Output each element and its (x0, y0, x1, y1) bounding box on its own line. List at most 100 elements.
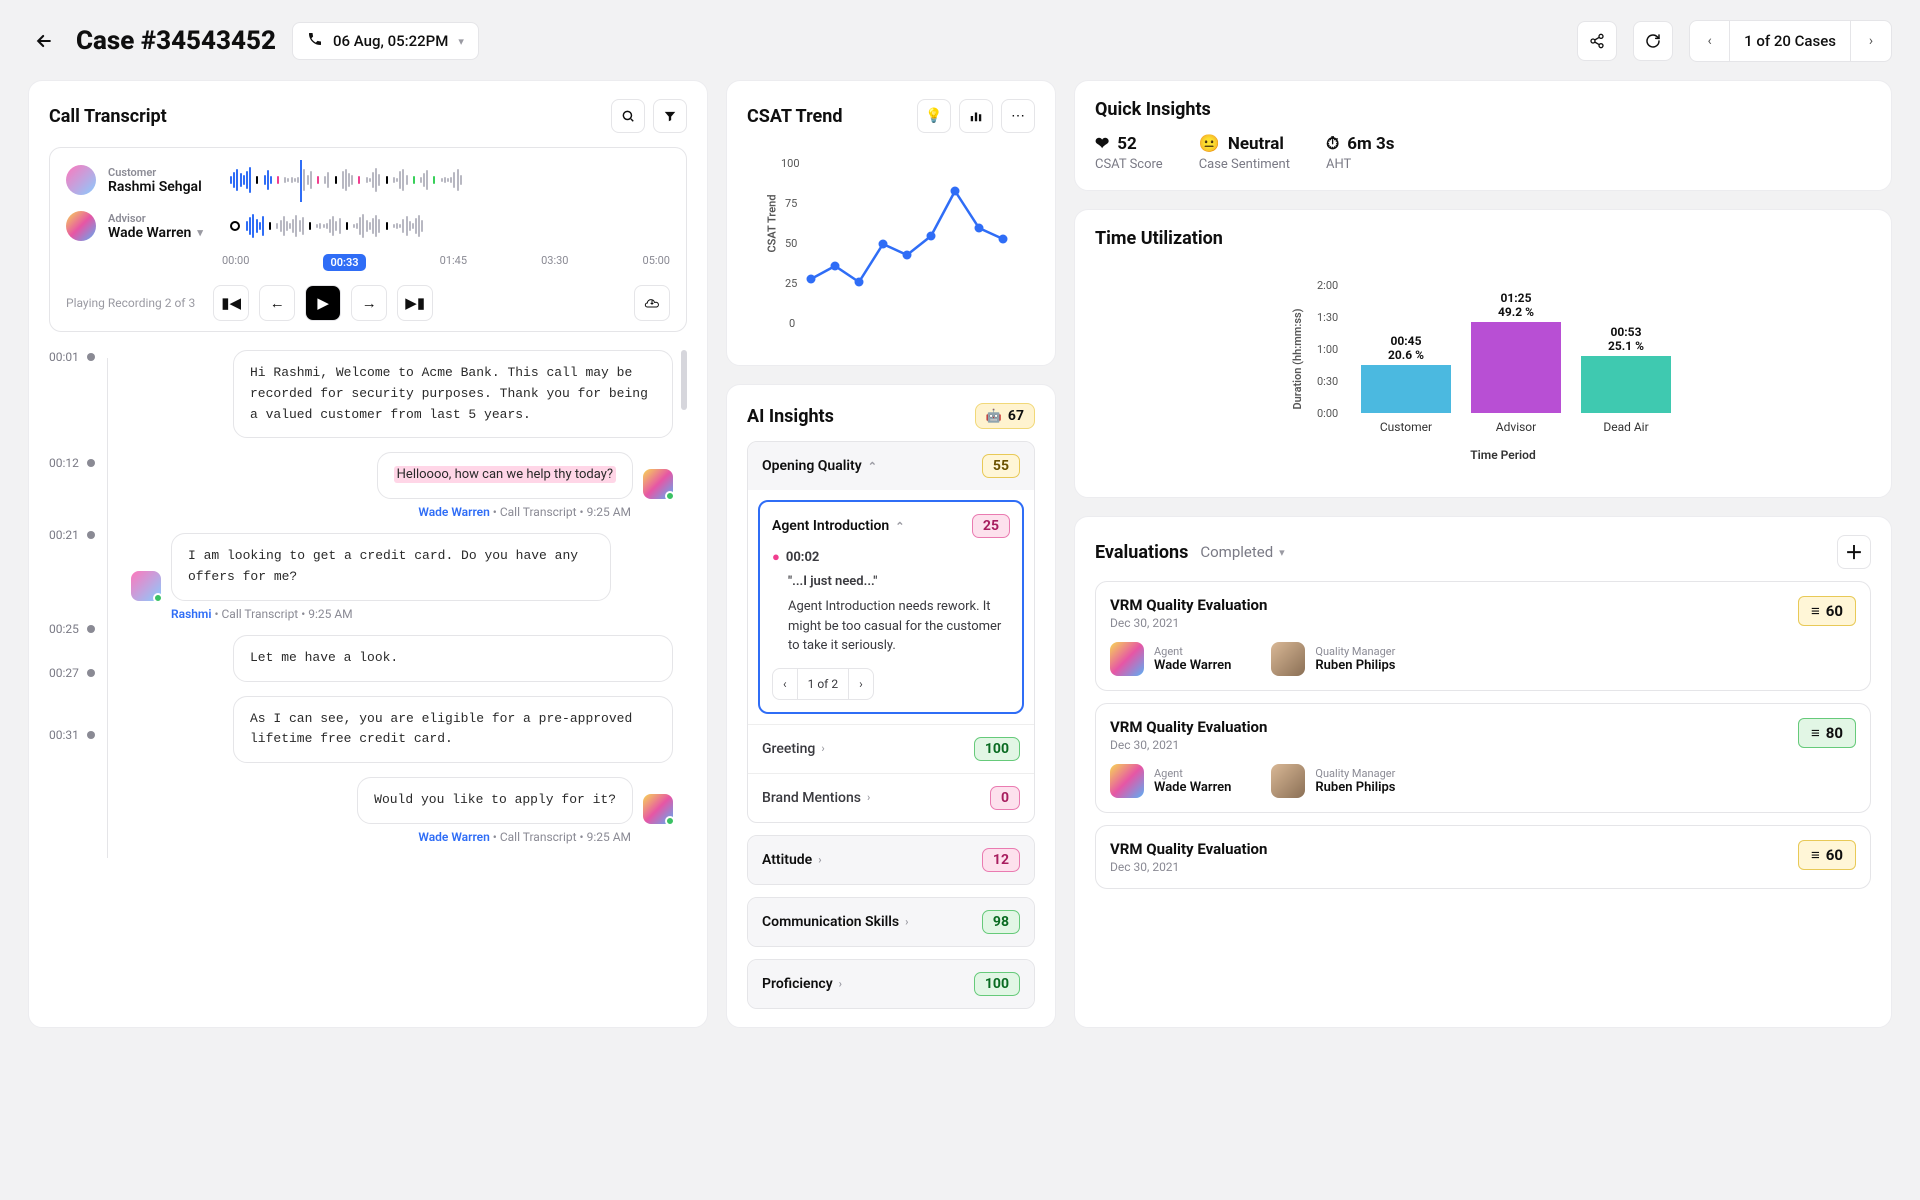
insight-proficiency[interactable]: Proficiency› 100 (748, 960, 1034, 1008)
sentiment-value: Neutral (1228, 134, 1284, 154)
transcript-messages: Hi Rashmi, Welcome to Acme Bank. This ca… (131, 350, 687, 858)
bulb-button[interactable]: 💡 (917, 99, 951, 133)
svg-text:Customer: Customer (1380, 420, 1432, 434)
advisor-avatar-small (643, 794, 673, 824)
svg-text:01:25: 01:25 (1501, 291, 1532, 305)
advisor-avatar-small (643, 469, 673, 499)
download-button[interactable] (634, 285, 670, 321)
message-bubble: Let me have a look. (233, 635, 673, 682)
case-pager: ‹ 1 of 20 Cases › (1689, 20, 1892, 62)
add-evaluation-button[interactable]: ＋ (1837, 535, 1871, 569)
evaluation-title: VRM Quality Evaluation (1110, 718, 1267, 736)
back-button[interactable] (28, 25, 60, 57)
advisor-avatar (66, 211, 96, 241)
list-icon: ≡ (1811, 602, 1820, 620)
evaluations-title: Evaluations (1095, 542, 1188, 563)
svg-text:1:00: 1:00 (1317, 343, 1338, 356)
agent-avatar (1110, 764, 1144, 798)
svg-text:00:53: 00:53 (1611, 325, 1642, 339)
skip-start-button[interactable]: ▮◀ (213, 285, 249, 321)
message-bubble: Helloooo, how can we help thy today? (377, 452, 633, 499)
time-utilization-card: Time Utilization 2:001:301:000:300:00 Du… (1074, 209, 1892, 498)
more-button[interactable]: ⋯ (1001, 99, 1035, 133)
insight-pager-label: 1 of 2 (798, 669, 849, 699)
insight-attitude[interactable]: Attitude› 12 (748, 836, 1034, 884)
chevron-up-icon: ⌃ (868, 460, 877, 473)
score-pill: 100 (974, 972, 1020, 996)
csat-score-value: 52 (1117, 134, 1137, 154)
transcript-timeline: 00:01 00:12 00:21 00:25 00:27 00:31 (49, 350, 113, 858)
insight-pager: ‹ 1 of 2 › (772, 668, 874, 700)
customer-avatar-small (131, 571, 161, 601)
evaluation-date: Dec 30, 2021 (1110, 860, 1267, 874)
quick-insights-title: Quick Insights (1095, 99, 1871, 120)
evaluations-filter[interactable]: Completed▾ (1200, 543, 1284, 561)
refresh-button[interactable] (1633, 21, 1673, 61)
evaluation-item[interactable]: VRM Quality Evaluation Dec 30, 2021 ≡60 … (1095, 581, 1871, 691)
score-pill: 100 (974, 737, 1020, 761)
evaluation-item[interactable]: VRM Quality Evaluation Dec 30, 2021 ≡80 … (1095, 703, 1871, 813)
svg-text:Duration (hh:mm:ss): Duration (hh:mm:ss) (1291, 308, 1304, 409)
svg-text:25: 25 (785, 277, 797, 290)
evaluation-score: ≡80 (1798, 718, 1856, 748)
current-time-badge: 00:33 (323, 254, 365, 271)
date-selector[interactable]: 06 Aug, 05:22PM ▾ (292, 22, 479, 60)
svg-text:49.2 %: 49.2 % (1498, 305, 1534, 319)
svg-text:1:30: 1:30 (1317, 311, 1338, 324)
aht-label: AHT (1326, 157, 1394, 172)
insight-opening-quality: Opening Quality⌃ 55 Agent Introduction⌃ … (747, 441, 1035, 823)
transcript-title: Call Transcript (49, 106, 167, 127)
svg-text:Time Period: Time Period (1470, 448, 1536, 462)
svg-text:00:45: 00:45 (1391, 334, 1422, 348)
neutral-face-icon: 😐 (1199, 134, 1220, 154)
score-pill: 98 (982, 910, 1020, 934)
manager-avatar (1271, 642, 1305, 676)
next-button[interactable]: → (351, 285, 387, 321)
chevron-up-icon: ⌃ (895, 520, 904, 533)
playing-label: Playing Recording 2 of 3 (66, 296, 195, 310)
insight-greeting[interactable]: Greeting› 100 (748, 724, 1034, 773)
call-transcript-card: Call Transcript Customer Rashmi Sehgal (28, 80, 708, 1028)
advisor-waveform[interactable] (230, 208, 670, 244)
ai-insights-card: AI Insights 67 Opening Quality⌃ 55 Agent… (726, 384, 1056, 1028)
customer-role-label: Customer (108, 166, 218, 179)
score-pill: 55 (982, 454, 1020, 478)
ai-insights-title: AI Insights (747, 406, 834, 427)
scrollbar[interactable] (681, 350, 687, 410)
svg-text:Advisor: Advisor (1496, 420, 1536, 434)
insight-pager-prev[interactable]: ‹ (773, 669, 798, 699)
search-button[interactable] (611, 99, 645, 133)
playhead-cursor[interactable] (300, 160, 302, 202)
pager-next-button[interactable]: › (1851, 21, 1891, 61)
chart-button[interactable] (959, 99, 993, 133)
svg-text:2:00: 2:00 (1317, 279, 1338, 292)
message-bubble: Would you like to apply for it? (357, 777, 633, 824)
play-button[interactable]: ▶ (305, 285, 341, 321)
insight-communication-skills[interactable]: Communication Skills› 98 (748, 898, 1034, 946)
insight-pager-next[interactable]: › (849, 669, 873, 699)
filter-button[interactable] (653, 99, 687, 133)
agent-avatar (1110, 642, 1144, 676)
insight-header[interactable]: Opening Quality⌃ 55 (748, 442, 1034, 490)
heart-icon: ❤ (1095, 134, 1109, 154)
customer-waveform[interactable] (230, 162, 670, 198)
chevron-down-icon: ▾ (1279, 546, 1285, 559)
evaluation-title: VRM Quality Evaluation (1110, 840, 1267, 858)
evaluations-card: Evaluations Completed▾ ＋ VRM Quality Eva… (1074, 516, 1892, 1028)
time-util-title: Time Utilization (1095, 228, 1871, 249)
advisor-chevron-icon[interactable]: ▾ (197, 226, 203, 239)
recording-player: Customer Rashmi Sehgal (49, 147, 687, 332)
svg-text:25.1 %: 25.1 % (1608, 339, 1644, 353)
advisor-role-label: Advisor (108, 212, 218, 225)
insight-brand-mentions[interactable]: Brand Mentions› 0 (748, 773, 1034, 822)
skip-end-button[interactable]: ▶▮ (397, 285, 433, 321)
evaluation-item[interactable]: VRM Quality Evaluation Dec 30, 2021 ≡60 (1095, 825, 1871, 889)
score-pill: 25 (972, 514, 1010, 538)
pager-prev-button[interactable]: ‹ (1690, 21, 1730, 61)
prev-button[interactable]: ← (259, 285, 295, 321)
share-button[interactable] (1577, 21, 1617, 61)
evaluation-date: Dec 30, 2021 (1110, 616, 1267, 630)
evaluation-date: Dec 30, 2021 (1110, 738, 1267, 752)
csat-y-axis-label: CSAT Trend (766, 194, 779, 252)
insight-timestamp[interactable]: 00:02 (786, 548, 820, 568)
